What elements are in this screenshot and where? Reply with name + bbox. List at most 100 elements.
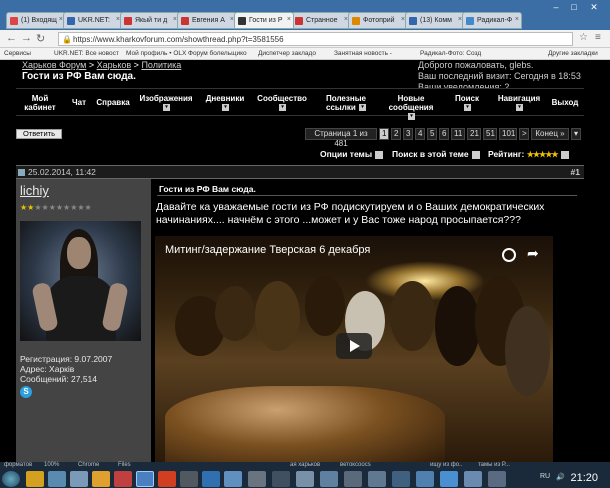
breadcrumb-link[interactable]: Харьков [97,60,132,70]
app-icon[interactable] [440,471,458,487]
bookmark-item[interactable]: Диспетчер закладо [258,50,316,57]
app-icon[interactable] [114,471,132,487]
app-icon[interactable] [202,471,220,487]
app-icon[interactable] [464,471,482,487]
page-link[interactable]: 4 [415,128,425,140]
app-icon[interactable] [392,471,410,487]
app-icon[interactable] [92,471,110,487]
pager-dropdown-icon[interactable]: ▾ [571,128,581,140]
nav-item-new-posts[interactable]: Новые сообщения ▾ [386,94,436,121]
next-page-link[interactable]: > [519,128,529,140]
nav-item-chat[interactable]: Чат [68,98,90,107]
browser-tab[interactable]: Якый ти д × [120,12,180,29]
browser-tab[interactable]: (1) Входящ × [6,12,66,29]
bookmark-item[interactable]: Сервисы [4,50,31,57]
nav-item-links[interactable]: Полезные ссылки ▾ [322,94,370,112]
minimize-icon[interactable]: – [548,2,564,12]
bookmark-item[interactable]: Другие закладки [548,50,598,57]
close-window-icon[interactable]: ✕ [586,2,602,13]
reload-icon[interactable]: ↻ [36,32,45,45]
page-link[interactable]: 6 [439,128,449,140]
registration-date: Регистрация: 9.07.2007 [20,354,113,364]
app-icon[interactable] [180,471,198,487]
nav-item-cabinet[interactable]: Мой кабинет [22,94,58,112]
tab-close-icon[interactable]: × [287,16,291,23]
rating-menu[interactable]: Рейтинг: ★★★★★ [488,149,569,159]
embedded-video[interactable]: Митинг/задержание Тверская 6 декабря ➦ [155,236,553,462]
tab-close-icon[interactable]: × [515,16,519,23]
page-link[interactable]: 21 [467,128,481,140]
app-icon[interactable] [320,471,338,487]
page-link[interactable]: 2 [391,128,401,140]
nav-item-help[interactable]: Справка [94,98,132,107]
forward-icon[interactable]: → [21,32,32,44]
watch-later-icon[interactable] [502,248,516,262]
reply-button[interactable]: Ответить [16,129,62,139]
breadcrumb-link[interactable]: Харьков Форум [22,60,86,70]
avatar[interactable] [20,221,141,341]
browser-tab[interactable]: (13) Комм × [405,12,465,29]
app-icon[interactable] [416,471,434,487]
app-icon[interactable] [368,471,386,487]
page-link[interactable]: 51 [483,128,497,140]
nav-item-images[interactable]: Изображения ▾ [136,94,196,112]
star-icon[interactable]: ☆ [579,32,588,43]
app-icon[interactable] [248,471,266,487]
browser-tab[interactable]: Гости из Р × [234,12,294,29]
page-link[interactable]: 101 [499,128,517,140]
url-input[interactable]: 🔒 https://www.kharkovforum.com/showthrea… [58,32,573,46]
taskbar-label: ищу из фо.. [430,462,463,468]
bookmark-item[interactable]: UKR.NET: Все новост [54,50,119,57]
app-icon[interactable] [488,471,506,487]
bookmark-item[interactable]: Занятная новость - [334,50,392,57]
app-icon[interactable] [224,471,242,487]
taskbar-label: форматов [4,462,33,468]
share-icon[interactable]: ➦ [527,245,539,262]
page-link[interactable]: 1 [379,128,389,140]
tab-label: UKR.NET: [78,17,110,24]
username-link[interactable]: lichiy [20,183,49,198]
bookmark-item[interactable]: Мой профиль • OLX [126,50,186,57]
page-link[interactable]: 3 [403,128,413,140]
start-button[interactable] [2,471,20,487]
language-indicator[interactable]: RU [540,473,550,480]
volume-icon[interactable]: 🔊 [556,473,565,481]
search-thread-menu[interactable]: Поиск в этой теме [392,149,480,159]
dropdown-icon: ▾ [222,104,229,112]
nav-item-community[interactable]: Сообщество ▾ [254,94,310,112]
app-icon[interactable] [158,471,176,487]
skype-icon[interactable]: S [20,386,32,398]
app-icon[interactable] [344,471,362,487]
app-icon[interactable] [70,471,88,487]
play-button[interactable] [336,333,372,359]
dropdown-icon: ▾ [358,104,366,112]
post-number-link[interactable]: #1 [571,167,580,177]
browser-tab[interactable]: Фотоприй × [348,12,408,29]
thread-options-menu[interactable]: Опции темы [320,149,384,159]
browser-tab[interactable]: UKR.NET: × [63,12,123,29]
browser-tab[interactable]: Странное × [291,12,351,29]
page-link[interactable]: 5 [427,128,437,140]
last-page-link[interactable]: Конец » [531,128,569,140]
menu-icon[interactable]: ≡ [595,32,601,43]
maximize-icon[interactable]: □ [566,2,582,12]
nav-item-search[interactable]: Поиск ▾ [452,94,482,112]
dropdown-icon: ▾ [163,104,170,112]
back-icon[interactable]: ← [6,32,17,44]
page-link[interactable]: 11 [451,128,465,140]
tab-label: Радикал-Ф [477,17,513,24]
app-icon[interactable] [272,471,290,487]
nav-item-diaries[interactable]: Дневники ▾ [202,94,248,112]
bookmark-item[interactable]: Форум болельщико [188,50,247,57]
bookmark-item[interactable]: Радикал-Фото: Созд [420,50,481,57]
app-icon[interactable] [48,471,66,487]
nav-item-navigation[interactable]: Навигация ▾ [494,94,544,112]
explorer-icon[interactable] [26,471,44,487]
browser-tab[interactable]: Евгения А × [177,12,237,29]
system-clock[interactable]: 21:20 [570,472,598,484]
nav-item-logout[interactable]: Выход [550,98,580,107]
app-icon[interactable] [296,471,314,487]
breadcrumb-link[interactable]: Политика [141,60,181,70]
chrome-icon[interactable] [136,471,154,487]
browser-tab[interactable]: Радикал-Ф × [462,12,522,29]
